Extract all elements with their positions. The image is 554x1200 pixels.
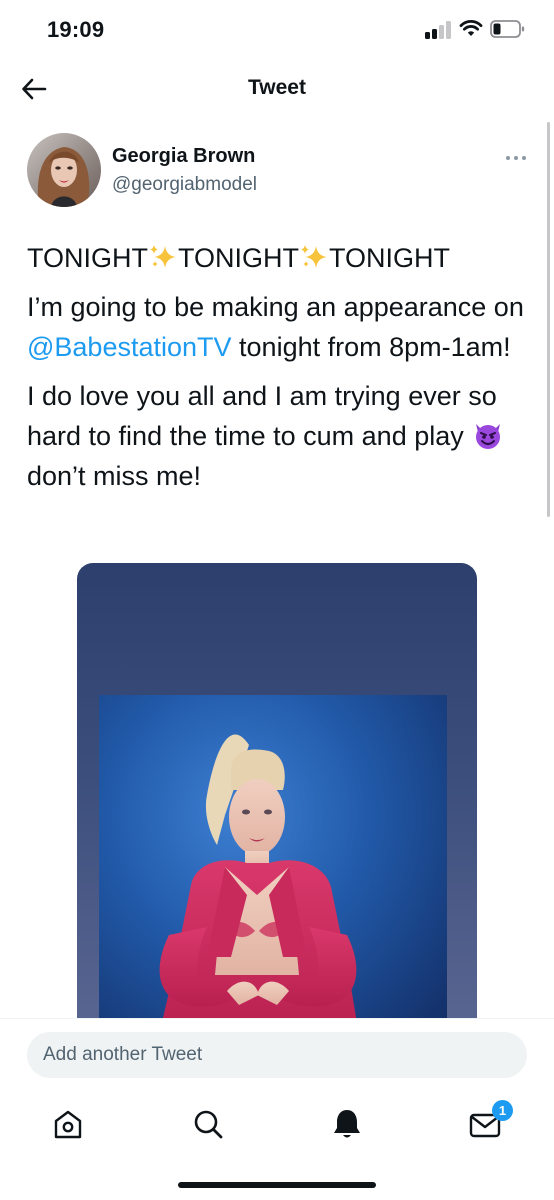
author-avatar[interactable] [27, 133, 101, 207]
smiling-devil-emoji-icon [476, 424, 501, 449]
status-time: 19:09 [47, 17, 105, 42]
nav-bar: Tweet [0, 62, 554, 116]
reply-composer-bar: Add another Tweet [0, 1018, 554, 1091]
tweet-line-tonight: TONIGHT TONIGHT TONIGHT [27, 238, 537, 278]
tweet-text-span: I do love you all and I am trying ever s… [27, 381, 497, 451]
cellular-signal-icon [425, 19, 455, 39]
page-title: Tweet [248, 76, 306, 99]
tweet-paragraph-appearance: I’m going to be making an appearance on … [27, 287, 537, 367]
tweet-text-span: tonight from 8pm-1am! [231, 332, 511, 362]
mention-link[interactable]: @BabestationTV [27, 332, 232, 362]
tweet-media[interactable] [77, 563, 477, 1033]
add-tweet-input[interactable]: Add another Tweet [27, 1032, 527, 1078]
model-photo-image [159, 734, 359, 1033]
tweet-word: TONIGHT [27, 243, 148, 273]
author-name[interactable]: Georgia Brown [112, 145, 255, 168]
more-options-icon[interactable] [505, 150, 527, 166]
battery-icon [490, 20, 525, 38]
tweet-word: TONIGHT [178, 243, 299, 273]
status-bar: 19:09 [0, 0, 554, 62]
sparkles-emoji-icon [301, 245, 327, 268]
notifications-bell-icon[interactable] [327, 1104, 367, 1144]
avatar-portrait-image [27, 133, 101, 207]
tweet-word: TONIGHT [329, 243, 450, 273]
search-icon[interactable] [188, 1104, 228, 1144]
messages-badge: 1 [492, 1100, 513, 1121]
tweet-text: TONIGHT TONIGHT TONIGHT I’m going to be ma… [27, 238, 537, 505]
sparkles-emoji-icon [150, 245, 176, 268]
home-icon[interactable] [48, 1104, 88, 1144]
home-indicator[interactable] [178, 1182, 376, 1188]
author-handle[interactable]: @georgiabmodel [112, 174, 257, 196]
scrollbar[interactable] [547, 122, 550, 517]
tweet-text-span: I’m going to be making an appearance on [27, 292, 524, 322]
media-photo [99, 695, 447, 1033]
tweet-paragraph-love: I do love you all and I am trying ever s… [27, 376, 537, 496]
tweet-text-span: don’t miss me! [27, 461, 202, 491]
wifi-icon [459, 20, 483, 36]
